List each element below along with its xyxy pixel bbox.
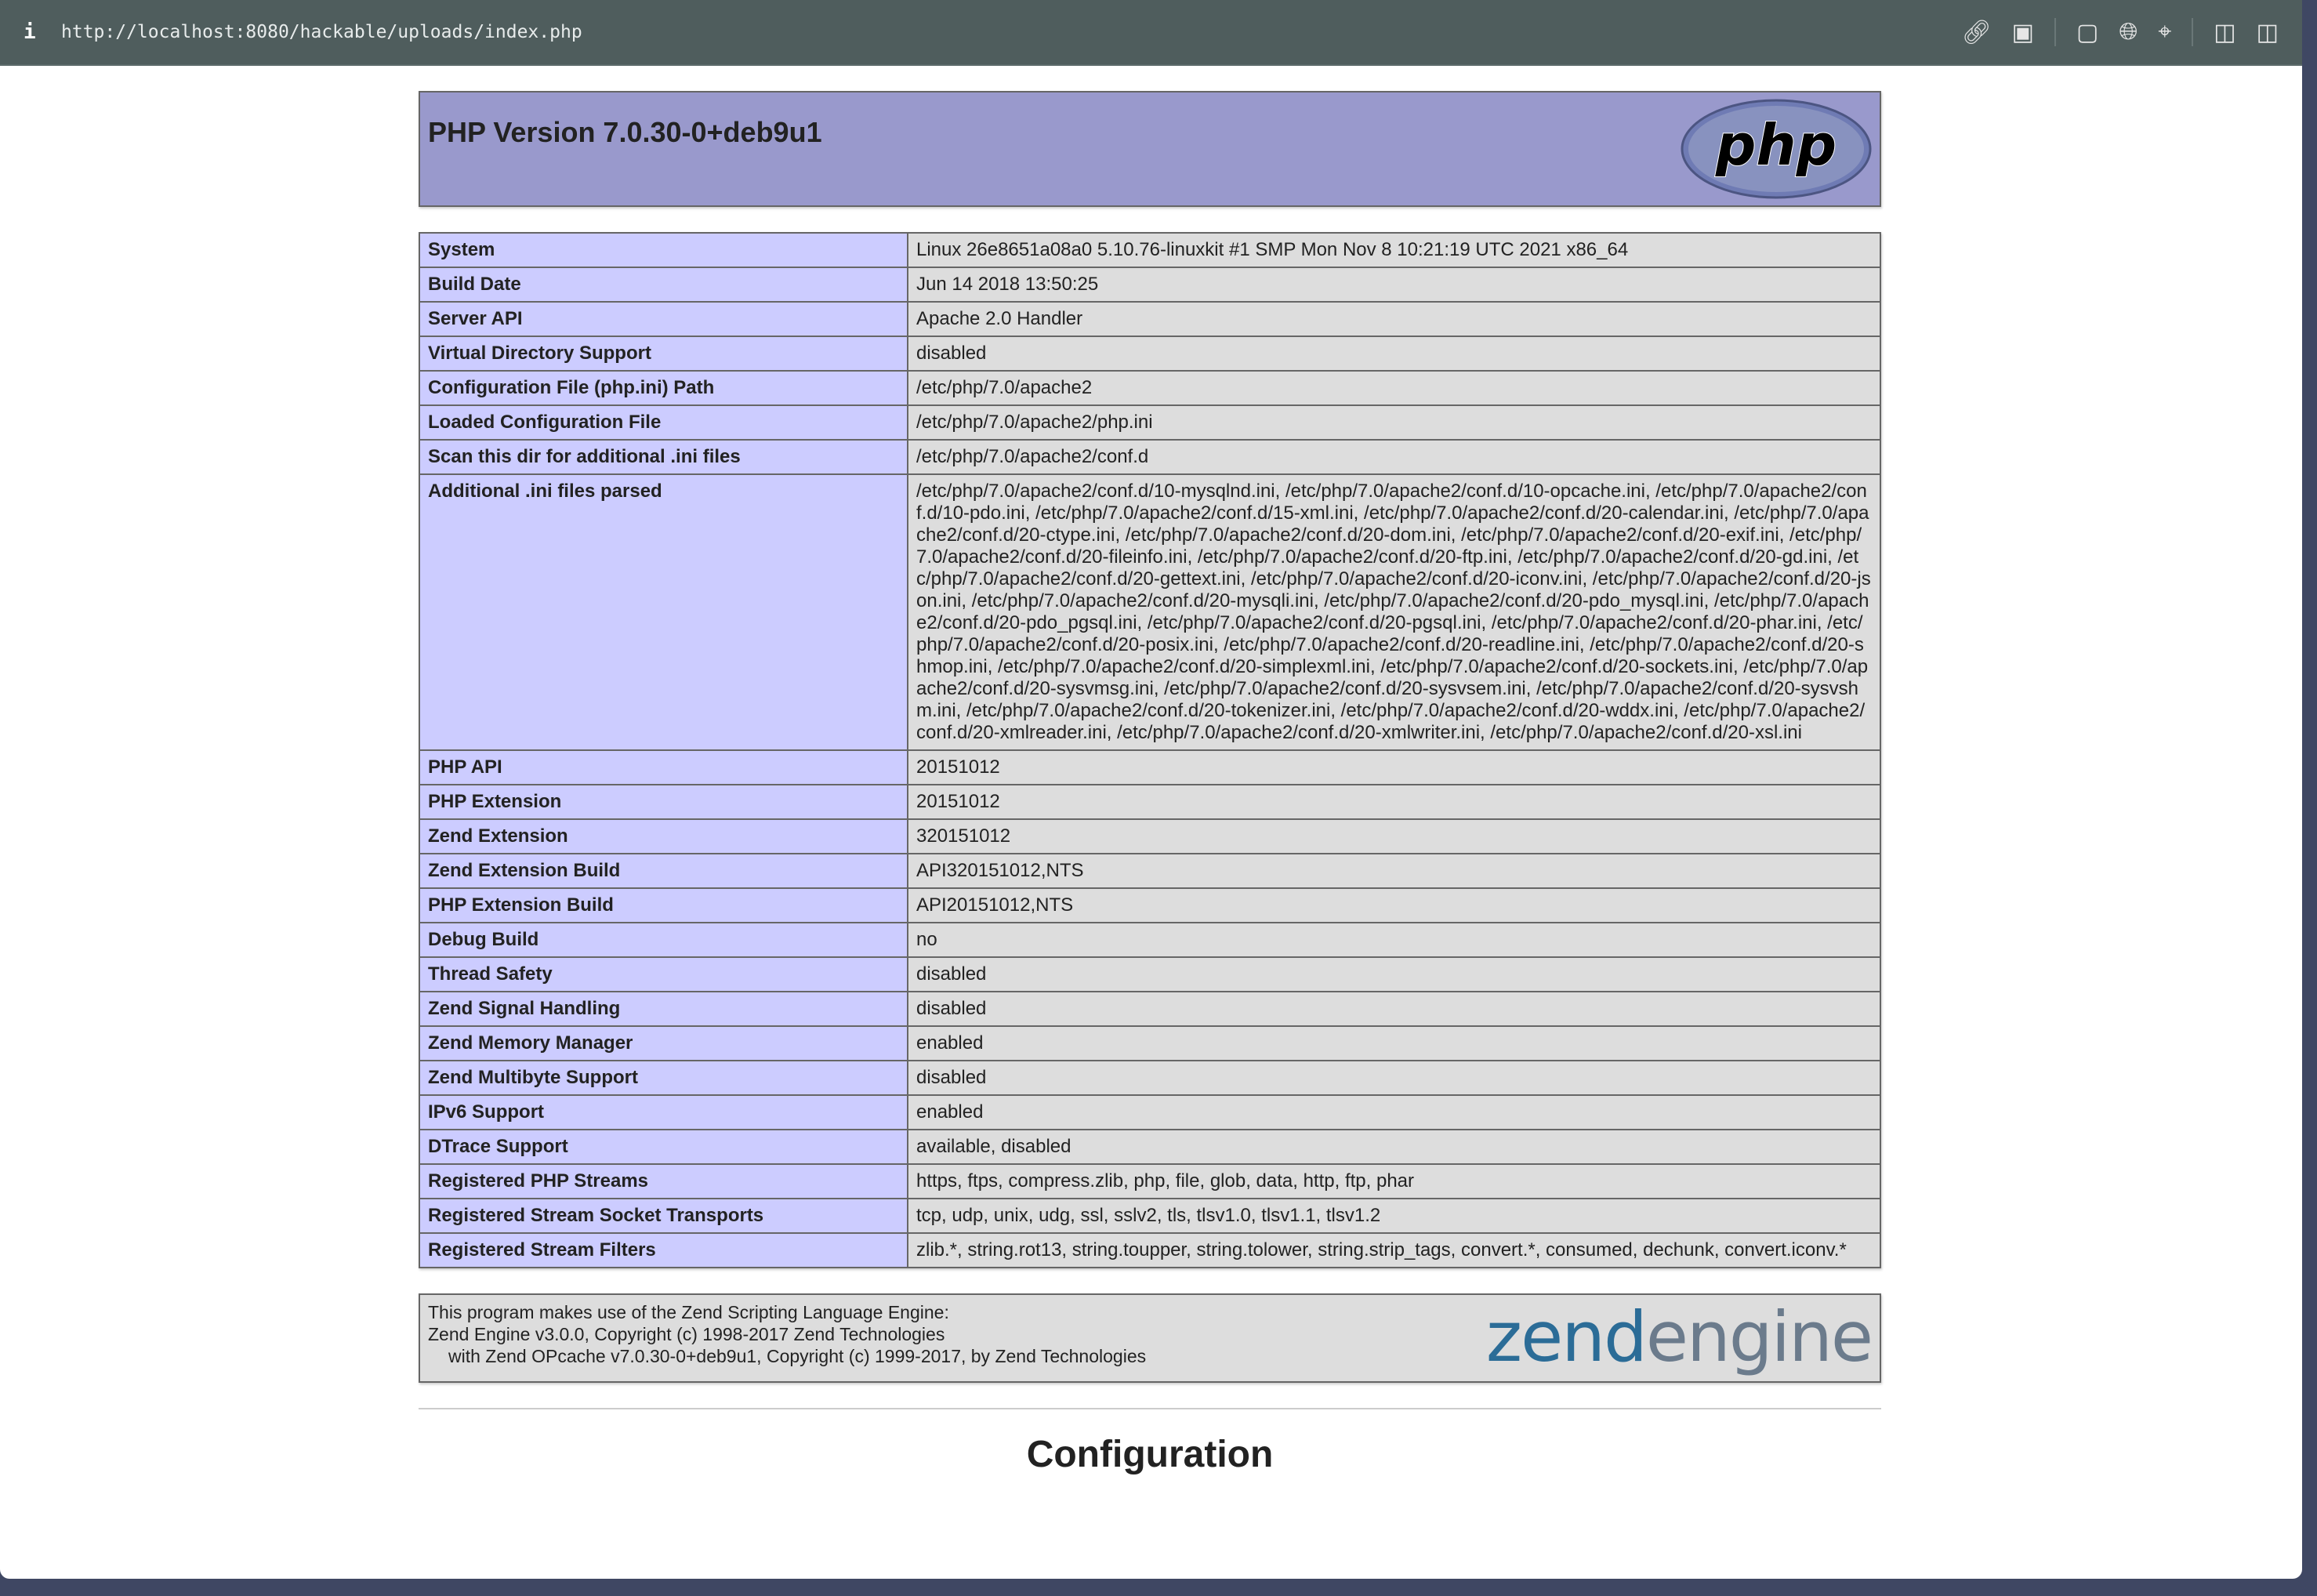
table-row: PHP Extension Build API20151012,NTS — [419, 887, 1881, 923]
row-label: Zend Memory Manager — [419, 1025, 908, 1061]
row-value: 20151012 — [907, 784, 1881, 820]
table-row: Zend Multibyte Support disabled — [419, 1060, 1881, 1096]
table-row: Zend Extension 320151012 — [419, 818, 1881, 854]
row-label: Scan this dir for additional .ini files — [419, 439, 908, 475]
svg-text:php: php — [1715, 112, 1837, 178]
table-row: DTrace Support available, disabled — [419, 1129, 1881, 1165]
table-row: Configuration File (php.ini) Path/etc/ph… — [419, 370, 1881, 406]
row-label: Registered PHP Streams — [419, 1163, 908, 1199]
browser-toolbar: i http://localhost:8080/hackable/uploads… — [0, 0, 2302, 66]
row-label: Virtual Directory Support — [419, 336, 908, 372]
zend-line: with Zend OPcache v7.0.30-0+deb9u1, Copy… — [448, 1346, 1147, 1366]
row-value: Linux 26e8651a08a0 5.10.76-linuxkit #1 S… — [907, 232, 1881, 268]
row-value: disabled — [907, 1060, 1881, 1096]
row-label: Server API — [419, 301, 908, 337]
row-label: Registered Stream Socket Transports — [419, 1198, 908, 1234]
row-value: /etc/php/7.0/apache2/conf.d — [907, 439, 1881, 475]
engine-logo-text: engine — [1645, 1297, 1873, 1377]
table-row: Zend Memory Manager enabled — [419, 1025, 1881, 1061]
table-row: Thread Safety disabled — [419, 956, 1881, 992]
table-row: Loaded Configuration File/etc/php/7.0/ap… — [419, 404, 1881, 441]
table-row: Debug Build no — [419, 922, 1881, 958]
extension-icon[interactable]: ◫ — [2214, 19, 2235, 46]
page-title: PHP Version 7.0.30-0+deb9u1 — [428, 116, 822, 148]
row-value: /etc/php/7.0/apache2/php.ini — [907, 404, 1881, 441]
section-title: Configuration — [1026, 1434, 1274, 1475]
sidebar-icon[interactable]: ◫ — [2257, 19, 2279, 46]
table-row: Registered PHP Streams https, ftps, compr… — [419, 1163, 1881, 1199]
row-value: /etc/php/7.0/apache2/conf.d/10-mysqlnd.i… — [907, 473, 1881, 751]
globe-icon[interactable]: 🌐︎ — [2119, 19, 2138, 45]
table-row: Zend Extension Build API320151012,NTS — [419, 853, 1881, 889]
table-row: IPv6 Support enabled — [419, 1094, 1881, 1130]
row-label: Loaded Configuration File — [419, 404, 908, 441]
row-label: Zend Signal Handling — [419, 991, 908, 1027]
row-label: Zend Extension — [419, 818, 908, 854]
row-label: Configuration File (php.ini) Path — [419, 370, 908, 406]
table-row: Server API Apache 2.0 Handler — [419, 301, 1881, 337]
row-label: IPv6 Support — [419, 1094, 908, 1130]
divider — [419, 1408, 1881, 1409]
browser-window: i http://localhost:8080/hackable/uploads… — [0, 0, 2302, 1579]
table-row: Build Date Jun 14 2018 13:50:25 — [419, 267, 1881, 303]
link-icon[interactable]: 🔗︎ — [1962, 19, 1992, 46]
row-value: API320151012,NTS — [907, 853, 1881, 889]
row-value: disabled — [907, 991, 1881, 1027]
url-bar[interactable]: http://localhost:8080/hackable/uploads/i… — [61, 22, 1962, 42]
row-value: Jun 14 2018 13:50:25 — [907, 267, 1881, 303]
row-value: 320151012 — [907, 818, 1881, 854]
row-label: Debug Build — [419, 922, 908, 958]
table-row: Scan this dir for additional .ini files /… — [419, 439, 1881, 475]
row-value: available, disabled — [907, 1129, 1881, 1165]
table-row: Additional .ini files parsed/etc/php/7.0… — [419, 473, 1881, 751]
zend-engine-logo[interactable]: zendengine — [1485, 1297, 1873, 1377]
row-value: disabled — [907, 336, 1881, 372]
row-value: enabled — [907, 1094, 1881, 1130]
divider — [2192, 18, 2194, 46]
php-logo[interactable]: php — [1681, 99, 1872, 199]
row-value: disabled — [907, 956, 1881, 992]
terminal-icon[interactable]: ▢ — [2076, 19, 2098, 46]
row-label: Zend Extension Build — [419, 853, 908, 889]
row-value: API20151012,NTS — [907, 887, 1881, 923]
zend-box: This program makes use of the Zend Scrip… — [419, 1293, 1881, 1383]
zend-logo-text: zend — [1485, 1297, 1648, 1377]
row-label: Build Date — [419, 267, 908, 303]
row-label: Registered Stream Filters — [419, 1232, 908, 1268]
row-value: enabled — [907, 1025, 1881, 1061]
row-label: PHP Extension — [419, 784, 908, 820]
row-value: zlib.*, string.rot13, string.toupper, st… — [907, 1232, 1881, 1268]
table-row: System Linux 26e8651a08a0 5.10.76-linuxki… — [419, 232, 1881, 268]
row-label: Zend Multibyte Support — [419, 1060, 908, 1096]
row-label: System — [419, 232, 908, 268]
phpinfo-page: PHP Version 7.0.30-0+deb9u1 php System Li… — [419, 91, 1881, 1476]
table-row: Registered Stream Filters zlib.*, string.… — [419, 1232, 1881, 1268]
row-value: 20151012 — [907, 749, 1881, 785]
crosshair-icon[interactable]: ⌖ — [2158, 19, 2171, 45]
camera-icon[interactable]: ▣ — [2012, 19, 2034, 46]
row-label: DTrace Support — [419, 1129, 908, 1165]
table-row: Registered Stream Socket Transports tcp, … — [419, 1198, 1881, 1234]
row-label: Additional .ini files parsed — [419, 473, 908, 751]
info-icon[interactable]: i — [24, 20, 61, 44]
row-value: tcp, udp, unix, udg, ssl, sslv2, tls, tl… — [907, 1198, 1881, 1234]
row-label: PHP Extension Build — [419, 887, 908, 923]
php-header: PHP Version 7.0.30-0+deb9u1 php — [419, 91, 1881, 207]
row-value: no — [907, 922, 1881, 958]
table-row: PHP API 20151012 — [419, 749, 1881, 785]
table-row: PHP Extension 20151012 — [419, 784, 1881, 820]
row-value: https, ftps, compress.zlib, php, file, g… — [907, 1163, 1881, 1199]
info-table: System Linux 26e8651a08a0 5.10.76-linuxki… — [419, 232, 1881, 1268]
row-value: /etc/php/7.0/apache2 — [907, 370, 1881, 406]
row-label: PHP API — [419, 749, 908, 785]
divider — [2054, 18, 2057, 46]
table-row: Zend Signal Handling disabled — [419, 991, 1881, 1027]
table-row: Virtual Directory Support disabled — [419, 336, 1881, 372]
zend-line: This program makes use of the Zend Scrip… — [428, 1302, 949, 1322]
row-value: Apache 2.0 Handler — [907, 301, 1881, 337]
zend-line: Zend Engine v3.0.0, Copyright (c) 1998-2… — [428, 1324, 945, 1344]
row-label: Thread Safety — [419, 956, 908, 992]
